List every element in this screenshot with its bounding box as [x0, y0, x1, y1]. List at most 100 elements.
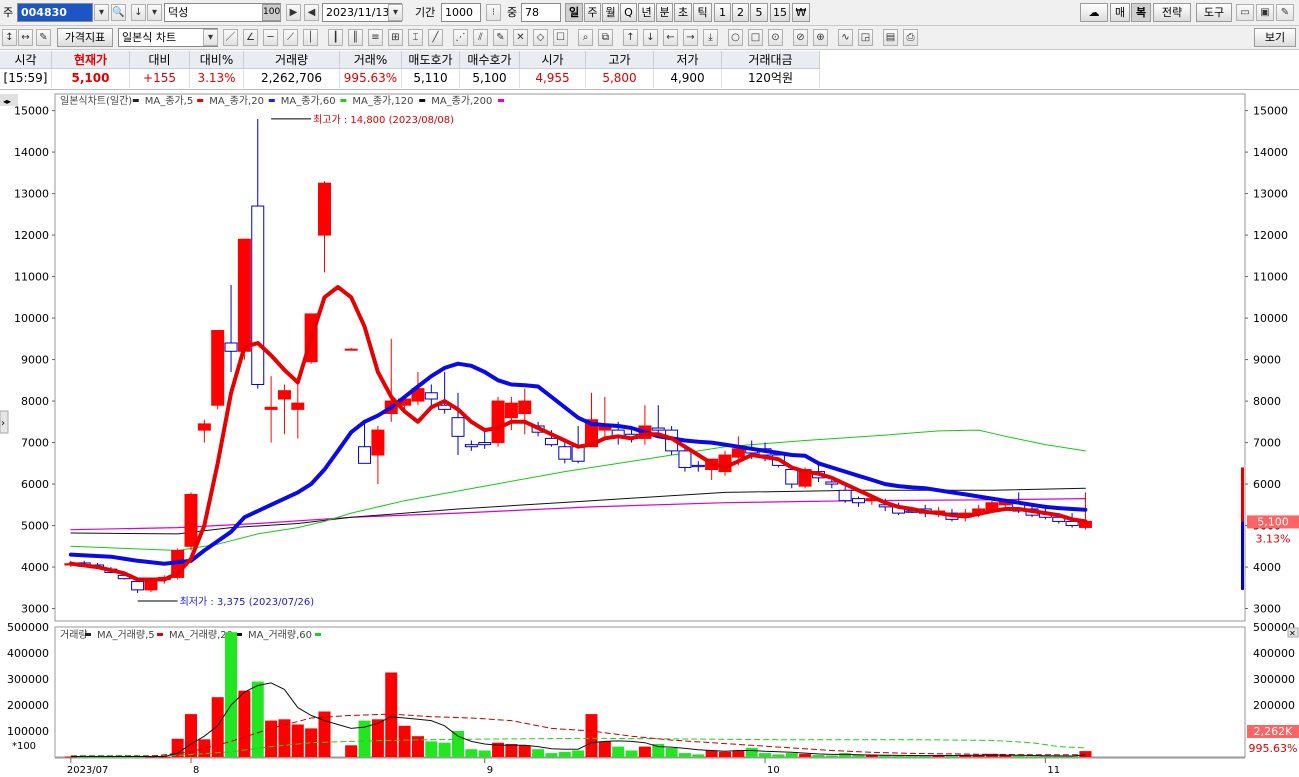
mid-input[interactable]: 78 — [521, 3, 561, 22]
y-tick-label-left: 7000 — [21, 437, 49, 450]
quote-value: 5,800 — [586, 69, 654, 88]
line-tool-icon[interactable]: ／ — [223, 29, 238, 46]
circle-tool-icon[interactable]: ○ — [728, 29, 743, 46]
vline2-tool-icon[interactable]: ┃ — [328, 29, 343, 46]
candle-body — [464, 444, 478, 448]
channel-tool-icon[interactable]: ║ — [348, 29, 363, 46]
zoom-tool-icon[interactable]: ⌕ — [578, 29, 593, 46]
candle-body — [424, 392, 438, 400]
save-icon[interactable]: ▣ — [1256, 4, 1274, 21]
volume-bar — [772, 754, 785, 757]
volume-bar — [518, 745, 531, 757]
angle-tool-icon[interactable]: ∠ — [243, 29, 258, 46]
arrow-left-right-icon[interactable]: ↔ — [18, 29, 33, 46]
chevron-down-icon[interactable]: ▾ — [94, 4, 109, 21]
wave-icon[interactable]: ∿ — [838, 29, 853, 46]
diamond-tool-icon[interactable]: ◇ — [533, 29, 548, 46]
volume-bar — [1012, 755, 1025, 757]
y-tick-label-left: 6000 — [21, 478, 49, 491]
fib-tool-icon[interactable]: ≡ — [368, 29, 383, 46]
quote-value: +155 — [130, 69, 190, 88]
wrench-icon[interactable]: ✎ — [1276, 4, 1294, 21]
period-button[interactable]: 1 — [714, 3, 731, 22]
copy-tool-icon[interactable]: ⧉ — [598, 29, 613, 46]
rect-tool-icon[interactable]: □ — [748, 29, 763, 46]
layout-icon[interactable]: ◲ — [858, 29, 873, 46]
volume-bar — [799, 753, 812, 757]
arrow-left-icon[interactable]: ← — [663, 29, 678, 46]
period-button[interactable]: 5 — [750, 3, 768, 22]
trend-tool-icon[interactable]: ╱ — [428, 29, 443, 46]
volume-legend-item: 거래량 — [60, 629, 88, 641]
period-button[interactable]: 틱 — [693, 3, 712, 22]
y-tick-label-right: 11000 — [1253, 271, 1288, 284]
tool-button[interactable]: 전략 — [1153, 3, 1191, 22]
y-tick-label-right: 10000 — [1253, 312, 1288, 325]
view-button[interactable]: 보기 — [1254, 28, 1296, 47]
fan-tool-icon[interactable]: ⟋ — [283, 29, 298, 46]
quote-value: 5,100 — [52, 69, 130, 88]
arrow-up-down-icon[interactable]: ↕ — [2, 29, 17, 46]
legend-swatch — [268, 99, 275, 102]
period-button[interactable]: 일 — [565, 3, 583, 22]
print-icon[interactable]: ⎙ — [903, 29, 918, 46]
period-button[interactable]: 분 — [656, 3, 673, 22]
tool-button[interactable]: 도구 — [1196, 3, 1232, 22]
arrow-up-icon[interactable]: ↑ — [623, 29, 638, 46]
play-forward-icon[interactable]: ▶ — [286, 4, 301, 21]
price-index-button[interactable]: 가격지표 — [57, 28, 113, 47]
candle-body — [785, 469, 799, 485]
period-button[interactable]: 주 — [584, 3, 601, 22]
low-annotation: 최저가 : 3,375 (2023/07/26) — [180, 596, 315, 608]
volume-bar — [185, 714, 197, 757]
gann-tool-icon[interactable]: ⫽ — [473, 29, 488, 46]
table-icon[interactable]: ▤ — [883, 29, 898, 46]
vline-tool-icon[interactable]: │ — [303, 29, 318, 46]
grid-icon[interactable]: ⁝ — [486, 4, 501, 21]
folder-icon[interactable]: ▭ — [1236, 4, 1254, 21]
sort-icon[interactable]: ↓ — [131, 4, 146, 21]
legend-item: MA_종가,120 — [352, 95, 413, 107]
volume-bar — [585, 714, 598, 757]
period-button[interactable]: Q — [620, 3, 637, 22]
arrow-down-icon[interactable]: ↓ — [643, 29, 658, 46]
download-icon[interactable]: ⤓ — [703, 29, 718, 46]
target-icon[interactable]: ⊙ — [768, 29, 783, 46]
grid-tool-icon[interactable]: ⊞ — [388, 29, 403, 46]
block-icon[interactable]: ⊘ — [793, 29, 808, 46]
pen-tool-icon[interactable]: ✎ — [493, 29, 508, 46]
period-button[interactable]: 월 — [602, 3, 619, 22]
stock-chart[interactable]: ◂▸›3000300040004000500050006000600070007… — [0, 89, 1299, 777]
search-icon[interactable]: 🔍 — [111, 4, 126, 21]
edit-icon[interactable]: ✎ — [36, 29, 51, 46]
cycle-tool-icon[interactable]: ⌶ — [408, 29, 423, 46]
period-button[interactable]: 2 — [732, 3, 749, 22]
period-button[interactable]: ₩ — [792, 3, 810, 22]
stock-code-input[interactable]: 004830 — [17, 3, 93, 22]
candle-body — [211, 330, 225, 406]
play-back-icon[interactable]: ◀ — [304, 4, 319, 21]
box-tool-icon[interactable]: ☐ — [553, 29, 568, 46]
volume-bar — [505, 744, 518, 757]
period-input[interactable]: 1000 — [441, 3, 481, 22]
period-button[interactable]: 15 — [770, 3, 790, 22]
volume-bar — [238, 690, 251, 757]
x-tick-label: 2023/07 — [67, 765, 109, 776]
delete-tool-icon[interactable]: ✕ — [513, 29, 528, 46]
candle-body — [544, 437, 558, 446]
legend-item: MA_종가,200 — [431, 95, 492, 107]
cloud-icon[interactable]: ☁ — [1080, 3, 1108, 22]
tool-button[interactable]: 매 — [1110, 3, 1130, 22]
tool-button[interactable]: 복 — [1131, 3, 1151, 22]
calendar-dropdown-icon[interactable]: ▾ — [388, 4, 403, 21]
period-button[interactable]: 초 — [674, 3, 692, 22]
stock-name-badge[interactable]: 100 — [262, 4, 281, 21]
hline-tool-icon[interactable]: ─ — [263, 29, 278, 46]
arrow-right-icon[interactable]: → — [683, 29, 698, 46]
y-tick-label-left: 9000 — [21, 354, 49, 367]
period-button[interactable]: 년 — [638, 3, 655, 22]
chevron-down-icon[interactable]: ▾ — [147, 4, 162, 21]
settings-icon[interactable]: ⊕ — [813, 29, 828, 46]
parallel-tool-icon[interactable]: ⋰ — [453, 29, 468, 46]
chevron-down-icon[interactable]: ▾ — [203, 29, 218, 46]
